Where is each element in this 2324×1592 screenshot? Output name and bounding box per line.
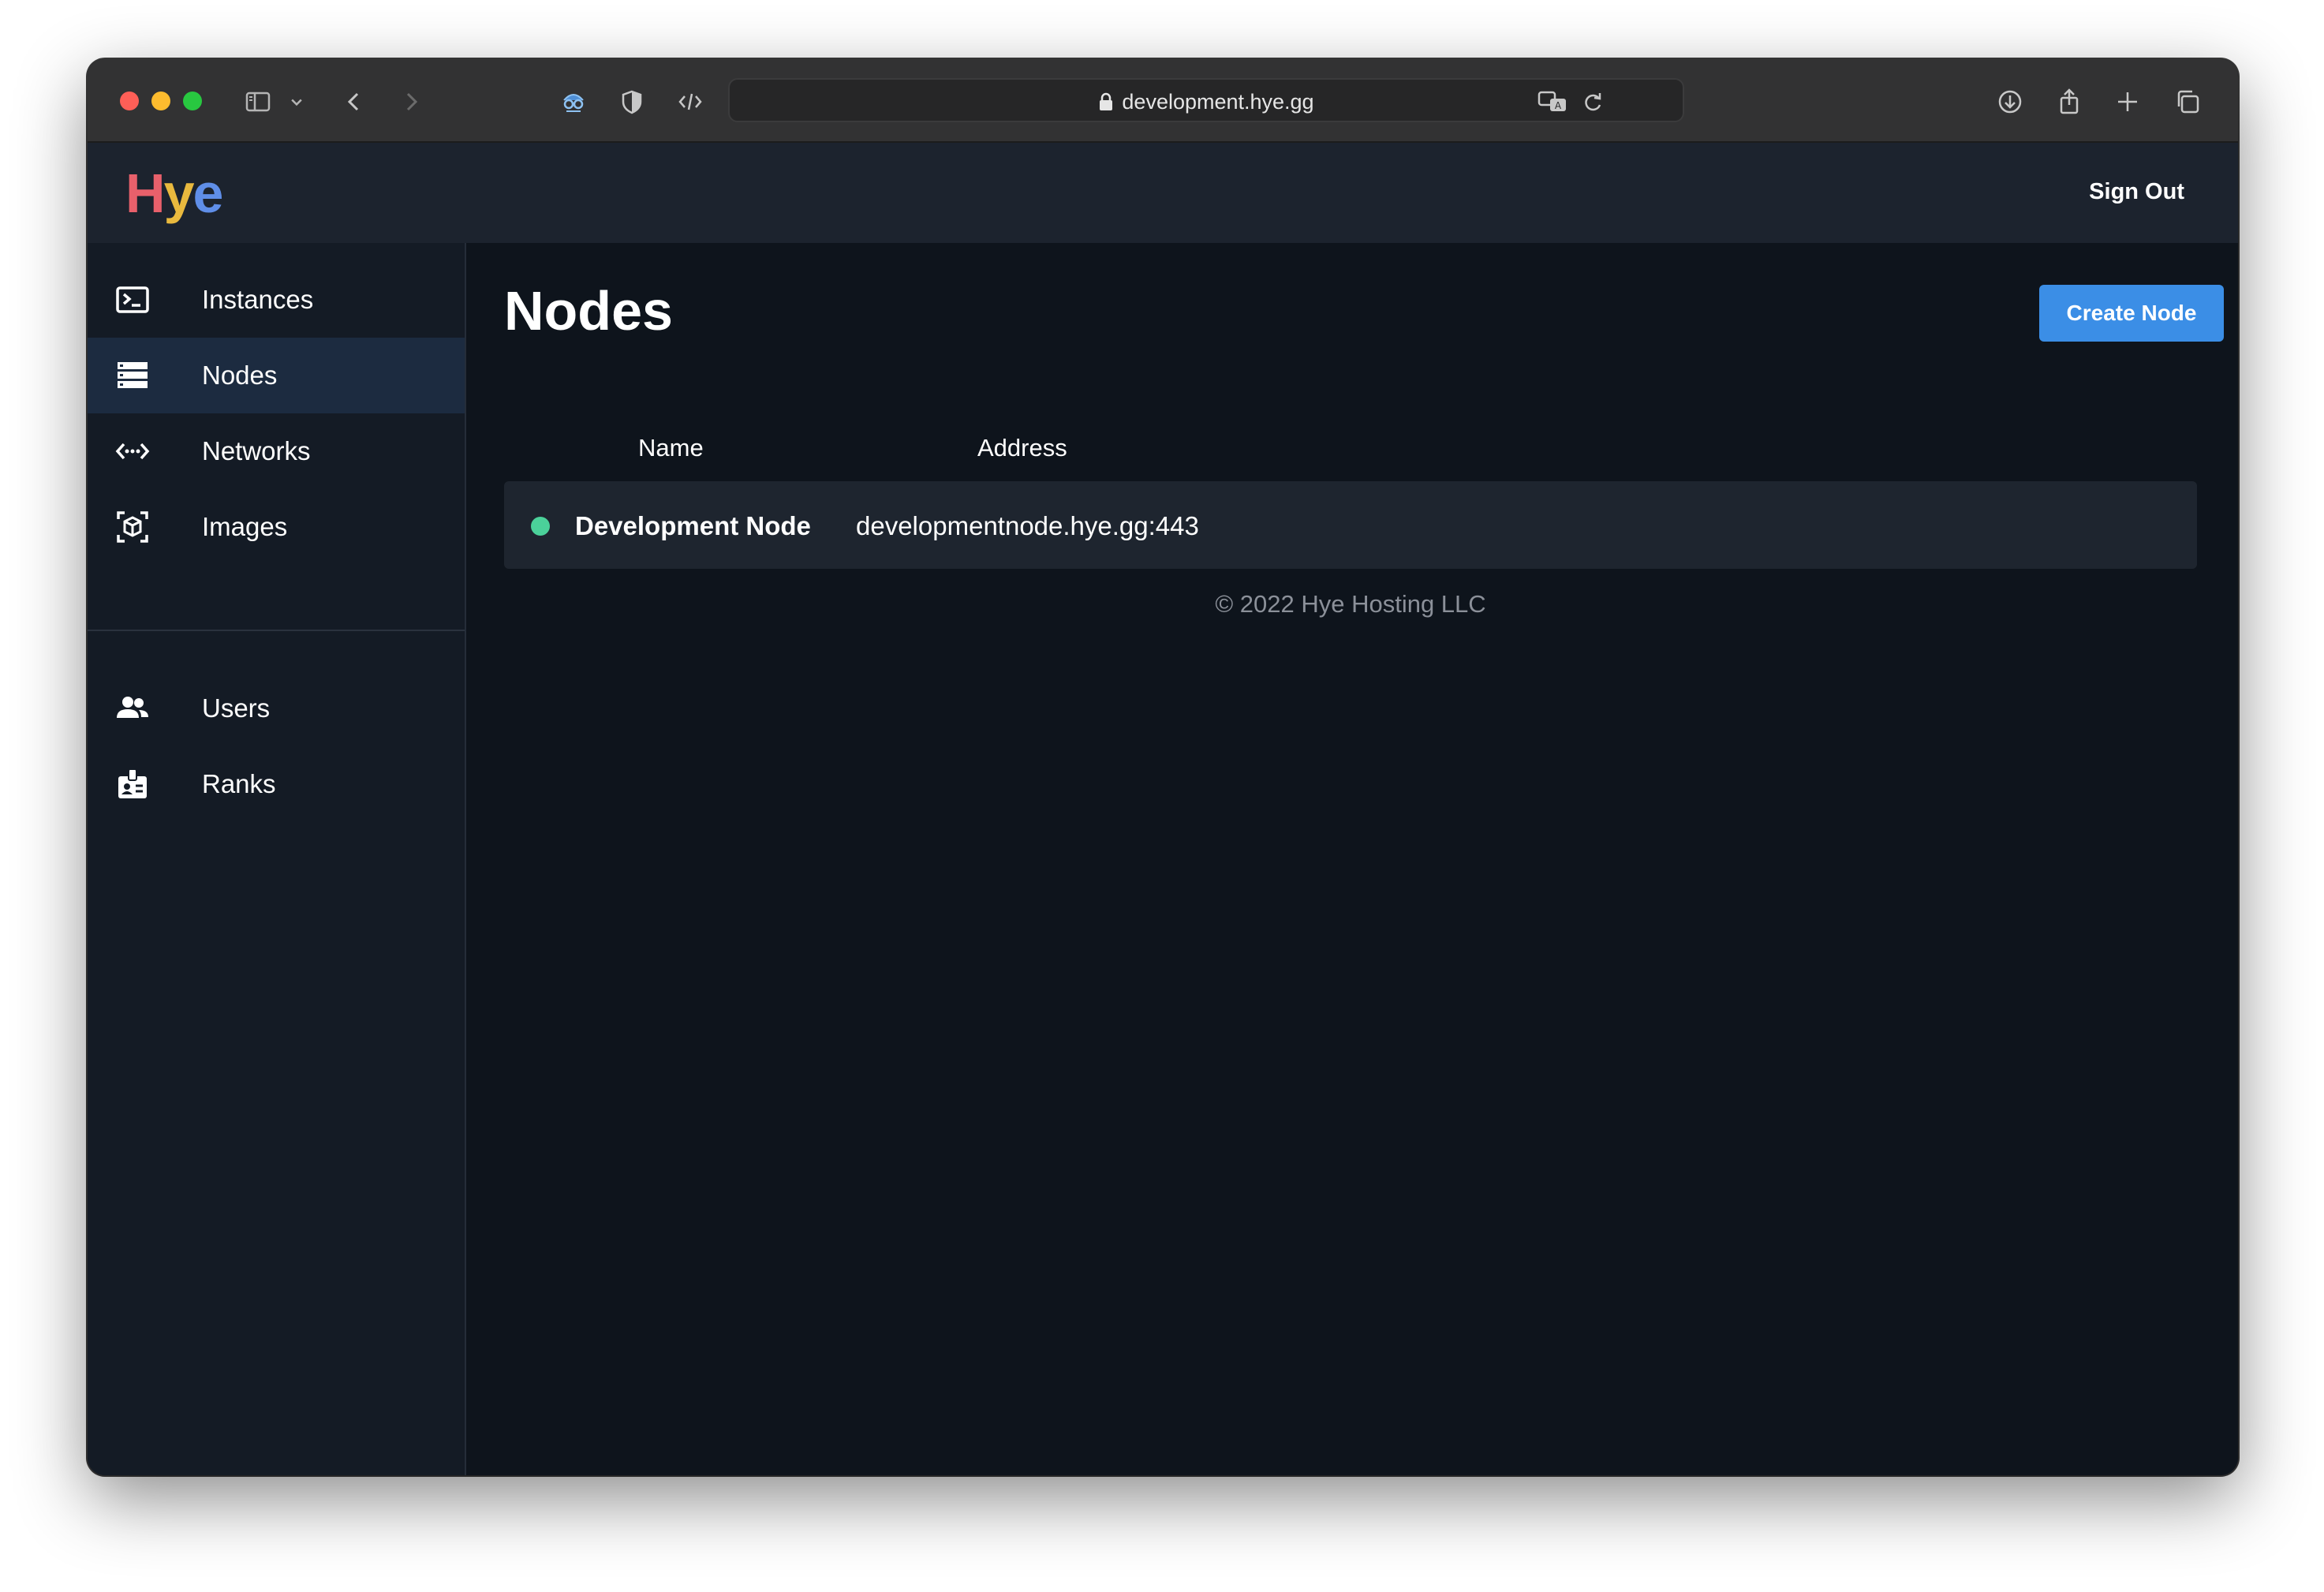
new-tab-icon[interactable] (2110, 84, 2145, 119)
sidebar-item-nodes[interactable]: Nodes (88, 338, 465, 413)
app-header: Hye Sign Out (88, 143, 2238, 243)
minimize-window-button[interactable] (151, 92, 170, 110)
back-icon[interactable] (337, 84, 372, 119)
table-row[interactable]: Development Node developmentnode.hye.gg:… (504, 481, 2197, 569)
terminal-icon (114, 281, 151, 319)
privacy-mask-icon[interactable] (556, 84, 591, 119)
sidebar: Instances Nodes Networks Images Users Ra… (88, 243, 466, 1475)
server-icon (114, 357, 151, 394)
page-title: Nodes (504, 280, 673, 342)
sidebar-item-label: Ranks (202, 769, 276, 798)
lock-icon (1100, 92, 1113, 110)
sidebar-divider (88, 630, 465, 631)
sidebar-toggle-icon[interactable] (241, 84, 275, 119)
badge-icon (114, 765, 151, 803)
main-content: Nodes Create Node Name Address Developme… (466, 243, 2238, 1475)
sidebar-item-label: Images (202, 512, 288, 541)
sidebar-item-users[interactable]: Users (88, 671, 465, 746)
sidebar-item-instances[interactable]: Instances (88, 262, 465, 338)
browser-window: development.hye.gg A Hye Sign Out Instan… (88, 59, 2238, 1475)
share-icon[interactable] (2052, 84, 2087, 119)
sidebar-item-images[interactable]: Images (88, 489, 465, 565)
sidebar-item-networks[interactable]: Networks (88, 413, 465, 489)
url-text: development.hye.gg (1122, 89, 1314, 114)
sidebar-item-label: Instances (202, 285, 314, 314)
sidebar-item-label: Users (202, 693, 271, 723)
reload-icon[interactable] (1580, 86, 1605, 118)
cube-icon (114, 508, 151, 546)
close-window-button[interactable] (120, 92, 139, 110)
hye-logo[interactable]: Hye (125, 162, 223, 225)
node-name: Development Node (575, 511, 811, 540)
code-icon[interactable] (673, 84, 708, 119)
sidebar-item-label: Nodes (202, 361, 278, 390)
tab-overview-icon[interactable] (2170, 84, 2205, 119)
shield-icon[interactable] (615, 84, 649, 119)
zoom-window-button[interactable] (183, 92, 202, 110)
browser-toolbar: development.hye.gg A (88, 59, 2238, 143)
translate-icon[interactable]: A (1538, 86, 1569, 118)
column-header-address[interactable]: Address (977, 434, 1067, 462)
users-icon (114, 689, 151, 727)
chevron-down-icon[interactable] (285, 84, 308, 119)
network-icon (114, 432, 151, 470)
sidebar-item-label: Networks (202, 436, 311, 465)
download-icon[interactable] (1993, 84, 2027, 119)
footer-copyright: © 2022 Hye Hosting LLC (1215, 590, 1486, 618)
column-header-name[interactable]: Name (638, 434, 704, 462)
node-address: developmentnode.hye.gg:443 (856, 511, 1199, 540)
svg-text:A: A (1555, 100, 1562, 111)
sign-out-button[interactable]: Sign Out (2089, 179, 2184, 205)
forward-icon[interactable] (394, 84, 428, 119)
status-indicator (531, 517, 550, 536)
sidebar-item-ranks[interactable]: Ranks (88, 746, 465, 822)
create-node-button[interactable]: Create Node (2039, 285, 2224, 342)
address-bar[interactable]: development.hye.gg A (728, 78, 1684, 122)
